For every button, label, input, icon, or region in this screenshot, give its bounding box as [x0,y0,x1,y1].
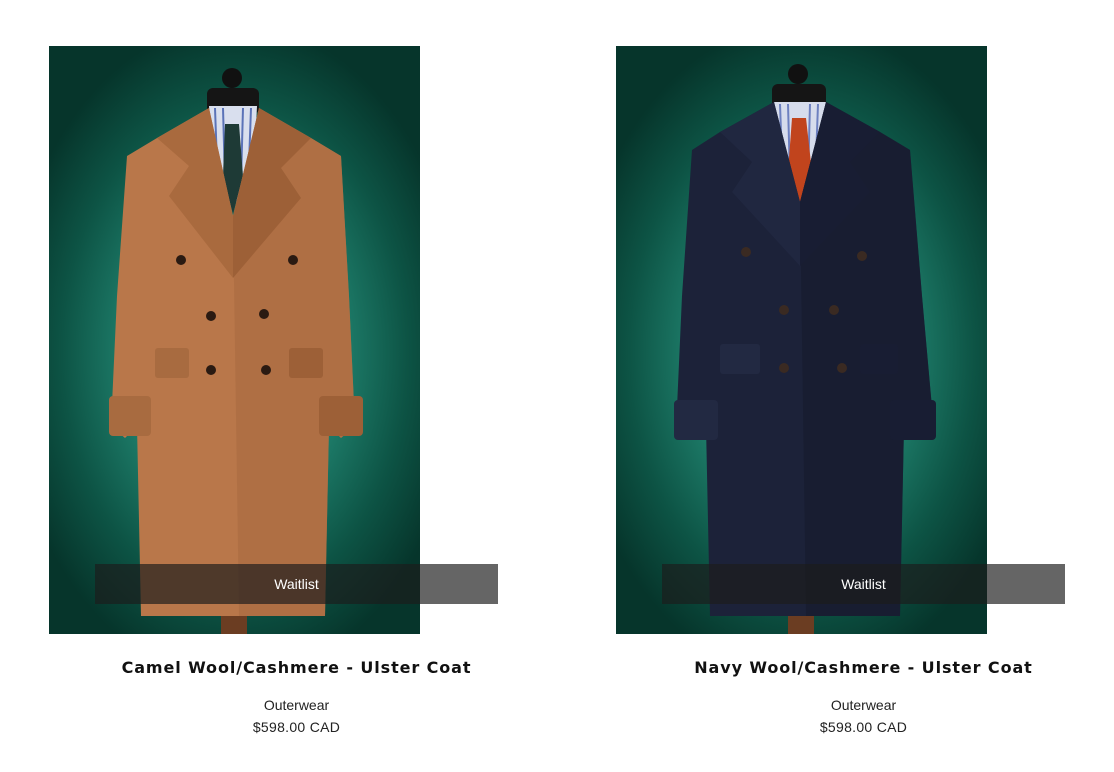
product-card: Waitlist Navy Wool/Cashmere - Ulster Coa… [616,0,1086,772]
waitlist-button[interactable]: Waitlist [95,564,498,604]
navy-coat-image [674,64,936,634]
product-card: Waitlist Camel Wool/Cashmere - Ulster Co… [49,0,519,772]
product-price: $598.00 CAD [252,719,341,735]
product-category: Outerwear [263,697,330,713]
product-title[interactable]: Navy Wool/Cashmere - Ulster Coat [662,658,1065,677]
product-price: $598.00 CAD [819,719,908,735]
waitlist-button-label: Waitlist [274,576,319,592]
waitlist-button-label: Waitlist [841,576,886,592]
product-title[interactable]: Camel Wool/Cashmere - Ulster Coat [95,658,498,677]
waitlist-button[interactable]: Waitlist [662,564,1065,604]
product-category: Outerwear [830,697,897,713]
product-image[interactable] [49,46,420,634]
product-image[interactable] [616,46,987,634]
camel-coat-image [109,68,363,634]
